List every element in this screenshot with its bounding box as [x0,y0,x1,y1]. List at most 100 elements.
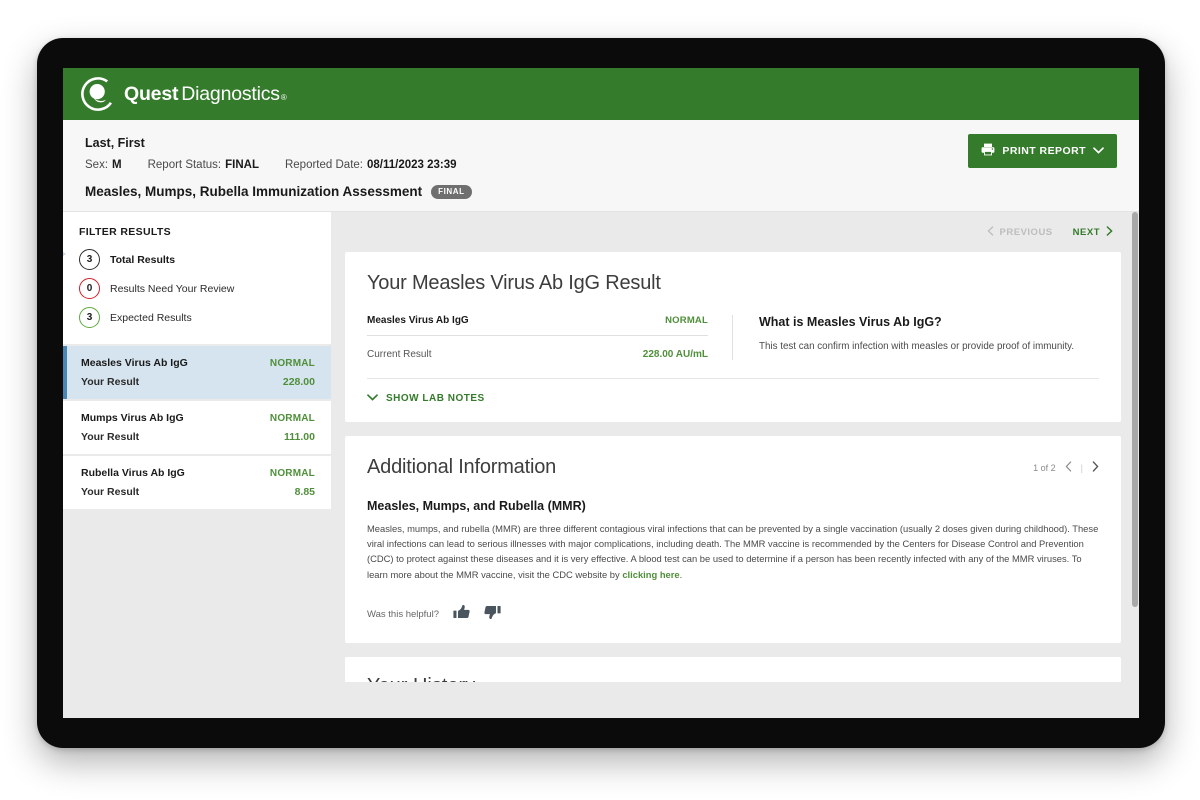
result-name: Measles Virus Ab IgG [81,357,188,369]
list-item[interactable]: Rubella Virus Ab IgG NORMAL Your Result … [63,456,331,509]
result-value: 111.00 [284,431,315,443]
thumbs-up-icon[interactable] [453,604,470,625]
sex-field: Sex: M [85,159,122,171]
result-sub-label: Your Result [81,486,140,498]
helpful-label: Was this helpful? [367,608,439,620]
info-section-title: Measles, Mumps, and Rubella (MMR) [367,499,586,513]
report-status-label: Report Status: [147,159,222,171]
current-result-label: Current Result [367,349,432,360]
print-report-label: PRINT REPORT [1002,145,1086,157]
result-flag: NORMAL [269,468,315,479]
next-record-label: NEXT [1072,226,1100,238]
show-lab-notes-label: SHOW LAB NOTES [386,393,485,404]
next-record-button[interactable]: NEXT [1072,225,1113,239]
result-name: Rubella Virus Ab IgG [81,467,185,479]
history-card-title: Your History [367,675,1099,682]
current-result-row: Current Result 228.00 AU/mL [367,336,708,360]
result-values-column: Measles Virus Ab IgG NORMAL Current Resu… [367,315,733,360]
result-value: 228.00 [282,376,315,388]
filter-item-needs-review[interactable]: 0 Results Need Your Review [79,278,315,299]
reported-date-label: Reported Date: [284,159,363,171]
patient-meta: Sex: M Report Status: FINAL Reported Date:… [85,159,1117,171]
panel-title-row: Measles, Mumps, Rubella Immunization Ass… [85,184,1117,199]
filter-count-badge: 0 [79,278,100,299]
additional-information-header: Additional Information 1 of 2 | [367,456,1099,479]
info-body-text: Measles, mumps, and rubella (MMR) are th… [367,523,1099,580]
result-flag: NORMAL [269,413,315,424]
patient-name: Last, First [85,136,145,150]
show-lab-notes-toggle[interactable]: SHOW LAB NOTES [367,379,1099,406]
tablet-device-frame: Quest Diagnostics ® Last, First Sex: M Re… [37,38,1165,748]
record-pager: PREVIOUS NEXT [345,212,1121,252]
vertical-scrollbar[interactable] [1131,212,1139,682]
scrollbar-thumb[interactable] [1132,212,1138,607]
additional-information-pager: 1 of 2 | [1033,461,1099,474]
result-value-row: Your Result 8.85 [81,486,315,498]
result-detail-grid: Measles Virus Ab IgG NORMAL Current Resu… [367,315,1099,360]
additional-information-title: Additional Information [367,456,557,478]
selected-filter-pointer-icon [63,244,74,264]
sex-label: Sex: [85,159,109,171]
list-item[interactable]: Mumps Virus Ab IgG NORMAL Your Result 11… [63,401,331,454]
info-section-body: Measles, mumps, and rubella (MMR) are th… [367,521,1099,582]
chevron-down-icon [367,393,378,404]
analyte-explanation-column: What is Measles Virus Ab IgG? This test … [733,315,1099,360]
result-value-row: Your Result 111.00 [81,431,315,443]
result-name: Mumps Virus Ab IgG [81,412,184,424]
sex-value: M [112,159,122,171]
thumbs-down-icon[interactable] [484,604,501,625]
what-is-body: This test can confirm infection with mea… [759,341,1075,352]
patient-header: Last, First Sex: M Report Status: FINAL Re… [63,120,1139,212]
previous-record-button[interactable]: PREVIOUS [987,225,1053,239]
filter-count-badge: 3 [79,249,100,270]
filter-count-badge: 3 [79,307,100,328]
result-card-title: Your Measles Virus Ab IgG Result [367,272,661,294]
content-area: FILTER RESULTS 3 Total Results 0 Results… [63,212,1139,682]
brand-name-bold: Quest [124,82,179,105]
result-value: 8.85 [294,486,315,498]
history-card: Your History [345,656,1121,682]
chevron-down-icon [1093,145,1104,157]
report-status-value: FINAL [225,159,259,171]
analyte-flag: NORMAL [665,315,708,326]
analyte-row: Measles Virus Ab IgG NORMAL [367,315,708,336]
reported-date-field: Reported Date: 08/11/2023 23:39 [285,159,457,171]
main-panel: PREVIOUS NEXT Your Measles Virus Ab IgG … [331,212,1139,682]
chevron-left-icon [987,225,994,239]
result-header-row: Mumps Virus Ab IgG NORMAL [81,412,315,424]
filter-label: Total Results [110,253,176,266]
page-indicator: 1 of 2 [1033,462,1056,473]
filter-label: Results Need Your Review [110,282,235,295]
status-badge: FINAL [431,184,472,199]
result-detail-card: Your Measles Virus Ab IgG Result Measles… [345,252,1121,422]
chevron-right-icon [1106,225,1113,239]
result-value-row: Your Result 228.00 [81,376,315,388]
result-flag: NORMAL [269,358,315,369]
result-header-row: Measles Virus Ab IgG NORMAL [81,357,315,369]
chevron-right-icon[interactable] [1092,461,1099,474]
filter-results-title: FILTER RESULTS [79,226,172,238]
page-title: Measles, Mumps, Rubella Immunization Ass… [85,184,423,199]
info-body-text-end: . [679,568,683,580]
print-report-button[interactable]: PRINT REPORT [968,134,1117,168]
brand-trademark: ® [280,92,287,102]
quest-swirl-logo-icon [81,77,115,111]
app-header: Quest Diagnostics ® [63,68,1139,120]
filter-label: Expected Results [110,311,192,324]
filter-item-total-results[interactable]: 3 Total Results [79,249,315,270]
what-is-title: What is Measles Virus Ab IgG? [759,315,942,329]
brand-wordmark: Quest Diagnostics ® [124,83,287,106]
result-sub-label: Your Result [81,376,140,388]
chevron-left-icon[interactable] [1065,461,1072,474]
previous-record-label: PREVIOUS [999,226,1053,238]
result-header-row: Rubella Virus Ab IgG NORMAL [81,467,315,479]
helpful-feedback: Was this helpful? [367,604,1099,625]
list-item[interactable]: Measles Virus Ab IgG NORMAL Your Result … [63,346,331,399]
reported-date-value: 08/11/2023 23:39 [366,159,457,171]
analyte-name: Measles Virus Ab IgG [367,315,469,326]
brand-name-light: Diagnostics [181,82,280,105]
result-list: Measles Virus Ab IgG NORMAL Your Result … [63,346,331,509]
cdc-website-link[interactable]: clicking here [622,569,679,580]
results-sidebar: FILTER RESULTS 3 Total Results 0 Results… [63,212,331,682]
filter-item-expected-results[interactable]: 3 Expected Results [79,307,315,328]
